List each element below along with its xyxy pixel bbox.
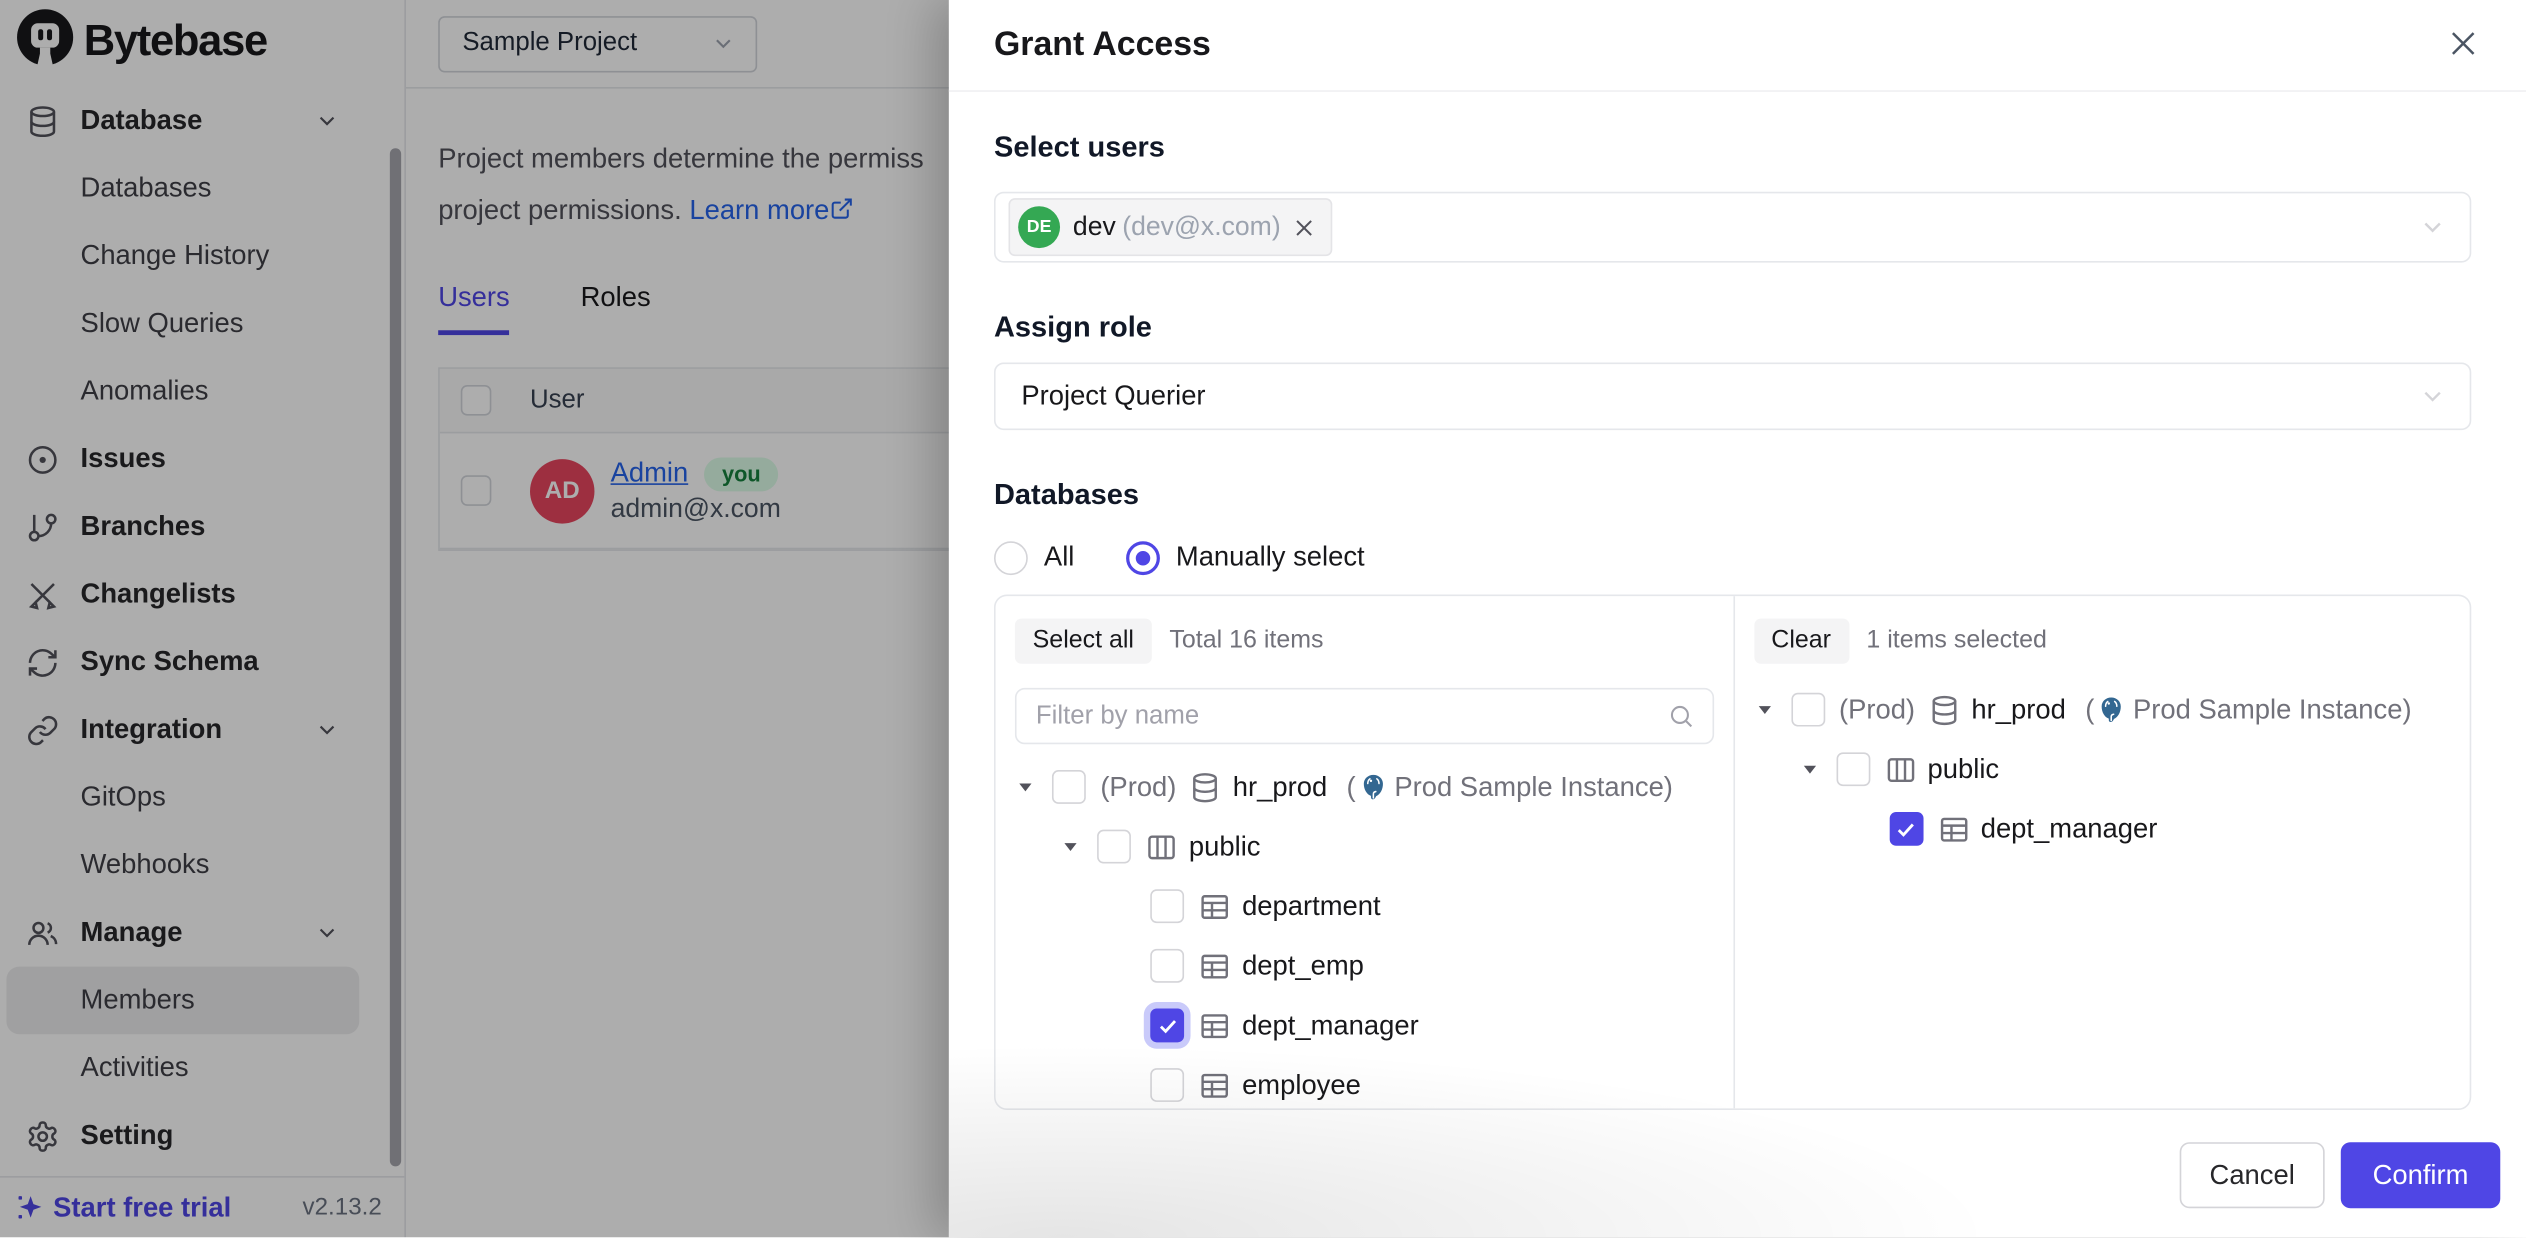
- database-icon: [1928, 694, 1960, 726]
- clear-button[interactable]: Clear: [1754, 619, 1849, 664]
- chevron-down-icon: [2418, 213, 2447, 242]
- tree-node-schema[interactable]: public: [1754, 739, 2451, 799]
- source-pane: Select all Total 16 items (Prod): [996, 596, 1733, 1108]
- checkbox[interactable]: [1150, 889, 1184, 923]
- radio-manually-select[interactable]: [1126, 540, 1160, 574]
- radio-all[interactable]: [994, 540, 1028, 574]
- checkbox[interactable]: [1791, 693, 1825, 727]
- tree-node-table[interactable]: employee: [1015, 1055, 1713, 1108]
- select-all-button[interactable]: Select all: [1015, 619, 1152, 664]
- screen: Bytebase Database Databases Change Histo…: [0, 0, 2526, 1237]
- table-icon: [1199, 1009, 1231, 1041]
- caret-down-icon[interactable]: [1754, 699, 1775, 720]
- selected-pane: Clear 1 items selected (Prod) hr_prod (: [1733, 596, 2470, 1108]
- modal-header: Grant Access: [949, 0, 2526, 92]
- cancel-button[interactable]: Cancel: [2180, 1142, 2325, 1208]
- database-tree-picker: Select all Total 16 items (Prod): [994, 594, 2471, 1110]
- checkbox[interactable]: [1836, 752, 1870, 786]
- filter-input-wrap: [1015, 688, 1713, 744]
- tree-node-instance[interactable]: (Prod) hr_prod ( Prod Sample Instance): [1015, 757, 1713, 817]
- close-icon[interactable]: [2445, 26, 2484, 65]
- caret-down-icon[interactable]: [1799, 759, 1820, 780]
- selected-tree: (Prod) hr_prod ( Prod Sample Instance): [1754, 680, 2451, 859]
- table-icon: [1937, 813, 1969, 845]
- tree-node-table[interactable]: dept_emp: [1015, 936, 1713, 996]
- caret-down-icon[interactable]: [1060, 836, 1081, 857]
- database-scope-radios: All Manually select: [994, 540, 2471, 575]
- database-icon: [1189, 771, 1221, 803]
- user-chip: DE dev (dev@x.com): [1008, 198, 1332, 256]
- tree-node-table[interactable]: dept_manager: [1015, 996, 1713, 1056]
- databases-label: Databases: [994, 478, 2471, 517]
- schema-icon: [1884, 753, 1916, 785]
- checkbox[interactable]: [1150, 1068, 1184, 1102]
- schema-icon: [1145, 830, 1177, 862]
- confirm-button[interactable]: Confirm: [2341, 1142, 2500, 1208]
- postgres-icon: [2096, 694, 2127, 725]
- modal-footer: Cancel Confirm: [2180, 1142, 2501, 1208]
- users-multiselect[interactable]: DE dev (dev@x.com): [994, 192, 2471, 263]
- checkbox-checked[interactable]: [1150, 1008, 1184, 1042]
- postgres-icon: [1357, 772, 1388, 803]
- tree-node-schema[interactable]: public: [1015, 817, 1713, 877]
- checkbox[interactable]: [1052, 770, 1086, 804]
- tree-node-table[interactable]: department: [1015, 876, 1713, 936]
- selected-count-label: 1 items selected: [1866, 627, 2046, 656]
- tree-node-table[interactable]: dept_manager: [1754, 799, 2451, 859]
- source-tree: (Prod) hr_prod ( Prod Sample Instance): [1015, 757, 1713, 1108]
- avatar: DE: [1018, 206, 1060, 248]
- grant-access-modal: Grant Access Select users DE dev (dev@x.…: [949, 0, 2526, 1237]
- total-items-label: Total 16 items: [1169, 627, 1323, 656]
- assign-role-label: Assign role: [994, 311, 2471, 350]
- tree-node-instance[interactable]: (Prod) hr_prod ( Prod Sample Instance): [1754, 680, 2451, 740]
- role-select[interactable]: Project Querier: [994, 362, 2471, 430]
- filter-input[interactable]: [1036, 702, 1667, 731]
- checkbox[interactable]: [1097, 830, 1131, 864]
- table-icon: [1199, 1069, 1231, 1101]
- modal-title: Grant Access: [994, 26, 1211, 65]
- table-icon: [1199, 950, 1231, 982]
- checkbox[interactable]: [1150, 949, 1184, 983]
- modal-overlay[interactable]: [0, 0, 949, 1237]
- chevron-down-icon: [2418, 382, 2447, 411]
- remove-user-icon[interactable]: [1292, 215, 1316, 239]
- caret-down-icon[interactable]: [1015, 777, 1036, 798]
- table-icon: [1199, 890, 1231, 922]
- search-icon: [1667, 702, 1694, 729]
- select-users-label: Select users: [994, 130, 2471, 169]
- checkbox-checked[interactable]: [1889, 812, 1923, 846]
